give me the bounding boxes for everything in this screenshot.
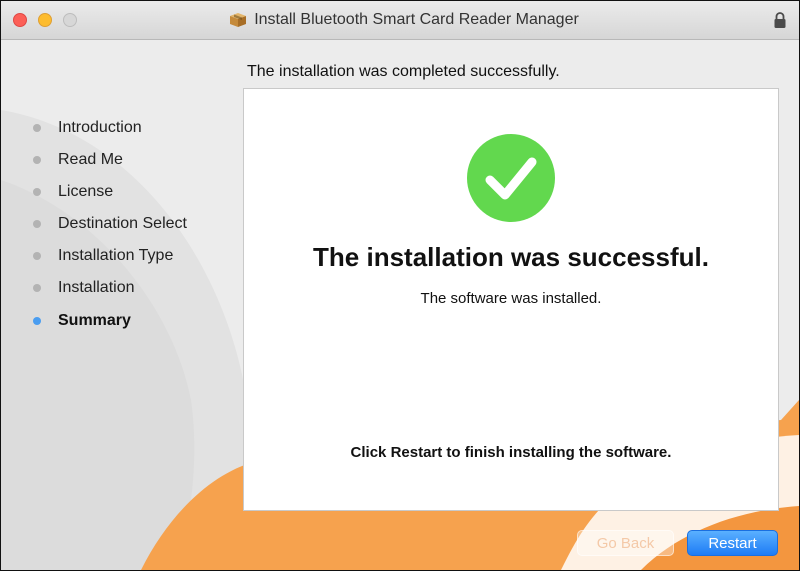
success-subtitle: The software was installed. <box>420 290 602 307</box>
step-bullet <box>33 124 41 132</box>
step-label: Installation <box>58 279 135 296</box>
lock-icon <box>774 12 786 28</box>
step-introduction: Introduction <box>33 116 142 140</box>
window-title: Install Bluetooth Smart Card Reader Mana… <box>254 11 579 28</box>
package-icon <box>230 13 247 27</box>
success-heading: The installation was successful. <box>313 242 709 272</box>
restart-instruction: Click Restart to finish installing the s… <box>350 444 672 461</box>
step-installation-type: Installation Type <box>33 244 173 268</box>
step-summary: Summary <box>33 309 131 333</box>
step-installation: Installation <box>33 276 135 300</box>
step-label: Introduction <box>58 119 142 136</box>
status-message: The installation was completed successfu… <box>247 63 560 80</box>
success-check-icon <box>467 134 555 222</box>
step-read-me: Read Me <box>33 148 123 172</box>
step-bullet <box>33 284 41 292</box>
go-back-button[interactable]: Go Back <box>577 530 674 556</box>
step-bullet <box>33 252 41 260</box>
summary-panel: The installation was successful. The sof… <box>243 88 779 511</box>
step-label: Destination Select <box>58 215 187 232</box>
step-bullet-active <box>33 317 41 325</box>
step-bullet <box>33 220 41 228</box>
step-bullet <box>33 188 41 196</box>
step-label: Summary <box>58 312 131 329</box>
title-bar[interactable]: Install Bluetooth Smart Card Reader Mana… <box>1 1 799 40</box>
step-label: License <box>58 183 114 200</box>
step-label: Read Me <box>58 151 123 168</box>
step-bullet <box>33 156 41 164</box>
step-license: License <box>33 180 113 204</box>
window-title-group: Install Bluetooth Smart Card Reader Mana… <box>1 1 799 39</box>
step-label: Installation Type <box>58 247 174 264</box>
restart-button[interactable]: Restart <box>687 530 778 556</box>
installer-window: Install Bluetooth Smart Card Reader Mana… <box>0 0 800 571</box>
step-destination-select: Destination Select <box>33 212 187 236</box>
